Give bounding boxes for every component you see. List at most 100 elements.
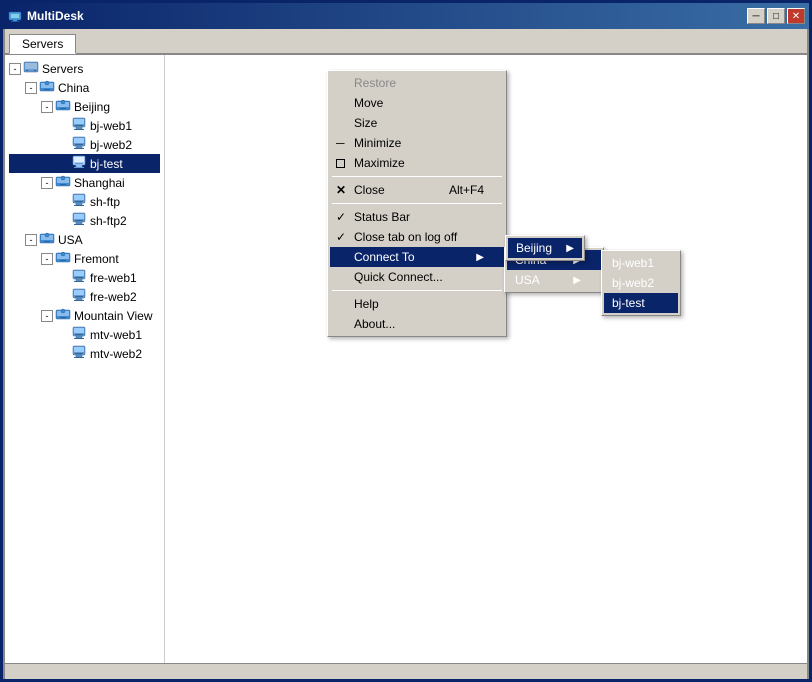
china-label: China	[58, 81, 89, 95]
help-label: Help	[354, 297, 379, 311]
tree-item-fre-web1[interactable]: fre-web1	[9, 268, 160, 287]
china-region-submenu: Beijing ▶	[505, 235, 585, 261]
menu-item-quick-connect[interactable]: Quick Connect...	[330, 267, 504, 287]
servers-icon	[23, 60, 39, 77]
fre-web2-icon	[71, 288, 87, 305]
move-label: Move	[354, 96, 383, 110]
toggle-beijing[interactable]: -	[41, 101, 53, 113]
main-area: - Servers -	[5, 55, 807, 663]
app-container: Servers - Servers	[3, 29, 809, 682]
tree-item-mountain-view[interactable]: - Mountain View	[9, 306, 160, 325]
tree-item-usa[interactable]: - USA	[9, 230, 160, 249]
app-window: MultiDesk ─ □ ✕ Servers -	[0, 0, 812, 682]
bj-web2-icon	[71, 136, 87, 153]
toggle-mountain-view[interactable]: -	[41, 310, 53, 322]
menu-item-about[interactable]: About...	[330, 314, 504, 334]
toggle-servers[interactable]: -	[9, 63, 21, 75]
bj-test-sub-label: bj-test	[612, 296, 645, 310]
toggle-fremont[interactable]: -	[41, 253, 53, 265]
tab-servers[interactable]: Servers	[9, 34, 76, 54]
fremont-icon	[55, 250, 71, 267]
minimize-dash: ─	[336, 136, 345, 150]
menu-separator-1	[332, 176, 502, 177]
status-bar-check: ✓	[336, 210, 346, 224]
tree-item-shanghai[interactable]: - Shanghai	[9, 173, 160, 192]
toggle-usa[interactable]: -	[25, 234, 37, 246]
bj-web1-label: bj-web1	[90, 119, 132, 133]
menu-item-close[interactable]: ✕ Close Alt+F4	[330, 180, 504, 200]
mtv-web2-icon	[71, 345, 87, 362]
context-menu: Restore Move Size ─ Minimize	[327, 70, 507, 337]
tree-panel: - Servers -	[5, 55, 165, 663]
app-icon	[7, 8, 23, 24]
fre-web1-label: fre-web1	[90, 271, 137, 285]
tree-item-sh-ftp2[interactable]: sh-ftp2	[9, 211, 160, 230]
menu-item-close-tab-on-log-off[interactable]: ✓ Close tab on log off	[330, 227, 504, 247]
maximize-button[interactable]: □	[767, 8, 785, 24]
menu-item-restore[interactable]: Restore	[330, 73, 504, 93]
submenu-item-usa[interactable]: USA ▶	[507, 270, 601, 290]
close-label: Close	[354, 183, 385, 197]
submenu2-item-bj-web2[interactable]: bj-web2	[604, 273, 678, 293]
mountain-view-label: Mountain View	[74, 309, 153, 323]
tree-item-fre-web2[interactable]: fre-web2	[9, 287, 160, 306]
size-label: Size	[354, 116, 377, 130]
connect-to-label: Connect To	[354, 250, 415, 264]
restore-label: Restore	[354, 76, 396, 90]
servers-label: Servers	[42, 62, 83, 76]
tree-item-sh-ftp[interactable]: sh-ftp	[9, 192, 160, 211]
tree-item-mtv-web1[interactable]: mtv-web1	[9, 325, 160, 344]
menu-item-move[interactable]: Move	[330, 93, 504, 113]
maximize-checkbox	[336, 159, 345, 168]
tree-item-china[interactable]: - China	[9, 78, 160, 97]
close-tab-label: Close tab on log off	[354, 230, 457, 244]
bj-web1-icon	[71, 117, 87, 134]
submenu2-item-bj-test[interactable]: bj-test	[604, 293, 678, 313]
app-title: MultiDesk	[27, 9, 747, 23]
bj-web1-sub-label: bj-web1	[612, 256, 654, 270]
mtv-web1-label: mtv-web1	[90, 328, 142, 342]
bj-web2-label: bj-web2	[90, 138, 132, 152]
toggle-shanghai[interactable]: -	[41, 177, 53, 189]
submenu2-item-bj-web1[interactable]: bj-web1	[604, 253, 678, 273]
beijing-submenu: bj-web1 bj-web2 bj-test	[601, 250, 681, 316]
minimize-button[interactable]: ─	[747, 8, 765, 24]
quick-connect-label: Quick Connect...	[354, 270, 443, 284]
about-label: About...	[354, 317, 395, 331]
mtv-web2-label: mtv-web2	[90, 347, 142, 361]
tree-item-beijing[interactable]: - Beijing	[9, 97, 160, 116]
tree-item-bj-test[interactable]: bj-test	[9, 154, 160, 173]
menu-separator-2	[332, 203, 502, 204]
tree-item-bj-web2[interactable]: bj-web2	[9, 135, 160, 154]
fremont-label: Fremont	[74, 252, 119, 266]
sh-ftp2-icon	[71, 212, 87, 229]
tree-item-mtv-web2[interactable]: mtv-web2	[9, 344, 160, 363]
usa-icon	[39, 231, 55, 248]
menu-item-maximize[interactable]: Maximize	[330, 153, 504, 173]
beijing-icon	[55, 98, 71, 115]
usa-arrow: ▶	[563, 275, 581, 286]
menu-item-size[interactable]: Size	[330, 113, 504, 133]
china-region-beijing[interactable]: Beijing ▶	[508, 238, 582, 258]
menu-item-connect-to[interactable]: Connect To ▶ China ▶ bj-w	[330, 247, 504, 267]
toggle-china[interactable]: -	[25, 82, 37, 94]
menu-item-status-bar[interactable]: ✓ Status Bar	[330, 207, 504, 227]
title-bar: MultiDesk ─ □ ✕	[3, 3, 809, 29]
content-area: Restore Move Size ─ Minimize	[165, 55, 807, 663]
close-shortcut: Alt+F4	[429, 183, 484, 197]
tree-item-fremont[interactable]: - Fremont	[9, 249, 160, 268]
sh-ftp-icon	[71, 193, 87, 210]
close-tab-check: ✓	[336, 230, 346, 244]
minimize-label: Minimize	[354, 136, 401, 150]
bj-test-icon	[71, 155, 87, 172]
tree-item-bj-web1[interactable]: bj-web1	[9, 116, 160, 135]
menu-item-minimize[interactable]: ─ Minimize	[330, 133, 504, 153]
connect-to-arrow: ▶	[466, 252, 484, 263]
tree-item-servers[interactable]: - Servers	[9, 59, 160, 78]
menu-separator-3	[332, 290, 502, 291]
menu-item-help[interactable]: Help	[330, 294, 504, 314]
close-button[interactable]: ✕	[787, 8, 805, 24]
status-bar-label: Status Bar	[354, 210, 410, 224]
bj-web2-sub-label: bj-web2	[612, 276, 654, 290]
status-bar	[5, 663, 807, 682]
